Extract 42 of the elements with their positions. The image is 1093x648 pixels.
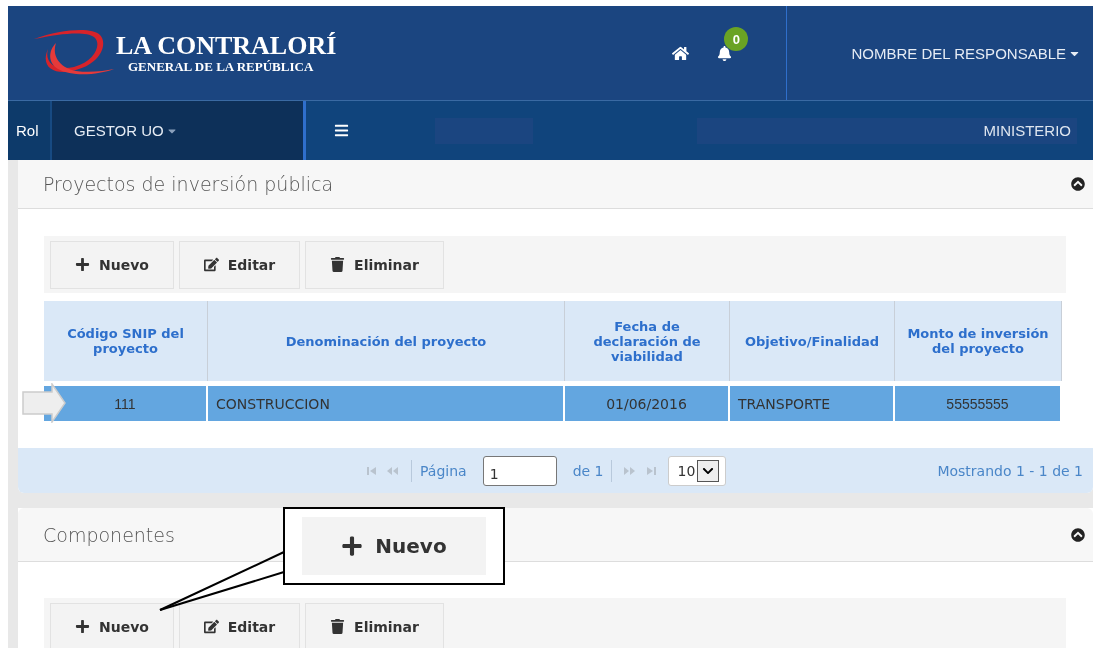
panel-title: Componentes <box>43 523 175 546</box>
delete-button[interactable]: Eliminar <box>305 240 444 289</box>
edit-button[interactable]: Editar <box>179 602 300 648</box>
notification-badge: 0 <box>724 27 749 51</box>
page-label: Página <box>420 462 467 479</box>
panel-title: Proyectos de inversión pública <box>43 173 334 195</box>
plus-icon <box>75 619 91 634</box>
delete-button[interactable]: Eliminar <box>305 602 444 648</box>
column-header[interactable]: Denominación del proyecto <box>208 301 565 381</box>
table-cell: TRANSPORTE <box>730 386 895 421</box>
plus-icon <box>341 535 364 557</box>
edit-icon <box>203 619 219 634</box>
column-header[interactable]: Fecha de declaración de viabilidad <box>565 301 730 381</box>
page-input[interactable]: 1 <box>482 455 557 486</box>
new-button[interactable]: Nuevo <box>50 602 174 648</box>
column-header[interactable]: Código SNIP del proyecto <box>44 301 208 381</box>
page-count: de 1 <box>572 462 604 479</box>
row-pointer-icon <box>22 383 66 423</box>
collapse-icon[interactable] <box>1071 177 1085 191</box>
new-button[interactable]: Nuevo <box>50 240 174 289</box>
column-header[interactable]: Objetivo/Finalidad <box>730 301 895 381</box>
pager-summary: Mostrando 1 - 1 de 1 <box>937 462 1083 479</box>
table-cell: 55555555 <box>895 386 1062 421</box>
page-size-select[interactable]: 10 <box>668 455 727 486</box>
edit-icon <box>203 257 219 272</box>
table-cell: 01/06/2016 <box>565 386 730 421</box>
logo-title: LA CONTRALORÍ <box>116 32 337 60</box>
column-header[interactable]: Monto de inversión del proyecto <box>895 301 1062 381</box>
menu-icon[interactable] <box>334 123 349 138</box>
edit-button[interactable]: Editar <box>179 240 300 289</box>
new-button[interactable]: Nuevo <box>302 517 486 575</box>
collapse-icon[interactable] <box>1071 527 1085 542</box>
trash-icon <box>330 619 346 634</box>
table-cell: CONSTRUCCION <box>208 386 565 421</box>
role-label: Rol <box>8 101 52 160</box>
role-dropdown[interactable]: GESTOR UO <box>52 101 306 160</box>
user-menu[interactable]: NOMBRE DEL RESPONSABLE <box>787 44 1093 62</box>
trash-icon <box>330 257 346 272</box>
logo-subtitle: GENERAL DE LA REPÚBLICA <box>128 60 315 74</box>
home-icon[interactable] <box>672 44 690 62</box>
plus-icon <box>75 257 91 272</box>
bell-icon[interactable] <box>717 45 733 61</box>
